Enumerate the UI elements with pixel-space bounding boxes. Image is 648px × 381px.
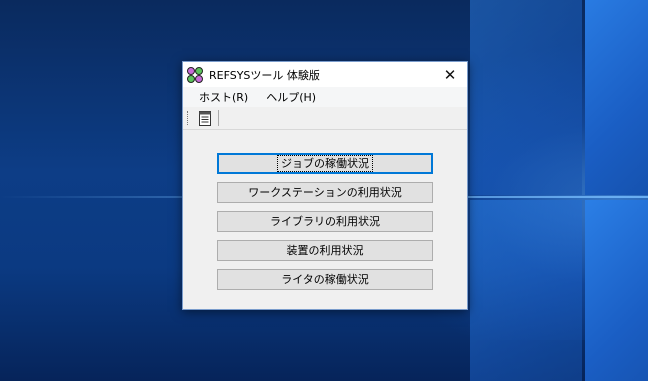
title-bar[interactable]: REFSYSツール 体験版 ✕: [183, 62, 467, 87]
action-buttons: ジョブの稼働状況 ワークステーションの利用状況 ライブラリの利用状況 装置の利用…: [217, 153, 433, 298]
workstation-usage-button[interactable]: ワークステーションの利用状況: [217, 182, 433, 203]
device-usage-button[interactable]: 装置の利用状況: [217, 240, 433, 261]
menu-bar: ホスト(R) ヘルプ(H): [183, 87, 467, 107]
windows-logo-pane-top-right: [585, 0, 648, 195]
toolbar-grip[interactable]: [187, 111, 190, 125]
app-icon: [187, 66, 203, 83]
window-title: REFSYSツール 体験版: [209, 68, 320, 82]
menu-help[interactable]: ヘルプ(H): [257, 89, 325, 105]
job-status-button[interactable]: ジョブの稼働状況: [217, 153, 433, 174]
windows-logo-pane-bottom-left: [470, 200, 582, 381]
workstation-usage-label: ワークステーションの利用状況: [248, 186, 402, 199]
writer-status-button[interactable]: ライタの稼働状況: [217, 269, 433, 290]
library-usage-button[interactable]: ライブラリの利用状況: [217, 211, 433, 232]
close-icon: ✕: [443, 65, 457, 84]
writer-status-label: ライタの稼働状況: [281, 273, 369, 286]
close-button[interactable]: ✕: [433, 62, 467, 87]
windows-logo-pane-bottom-right: [585, 200, 648, 381]
refsys-window: REFSYSツール 体験版 ✕ ホスト(R) ヘルプ(H) ジョブの稼働状況 ワ…: [182, 61, 468, 310]
menu-host[interactable]: ホスト(R): [190, 89, 257, 105]
device-usage-label: 装置の利用状況: [286, 244, 364, 257]
job-status-label: ジョブの稼働状況: [277, 155, 373, 172]
library-usage-label: ライブラリの利用状況: [270, 215, 380, 228]
windows-logo-pane-top-left: [470, 0, 582, 195]
toolbar-document-button[interactable]: [196, 109, 214, 127]
document-icon: [199, 110, 211, 126]
toolbar: [183, 107, 467, 130]
toolbar-separator: [218, 110, 219, 126]
